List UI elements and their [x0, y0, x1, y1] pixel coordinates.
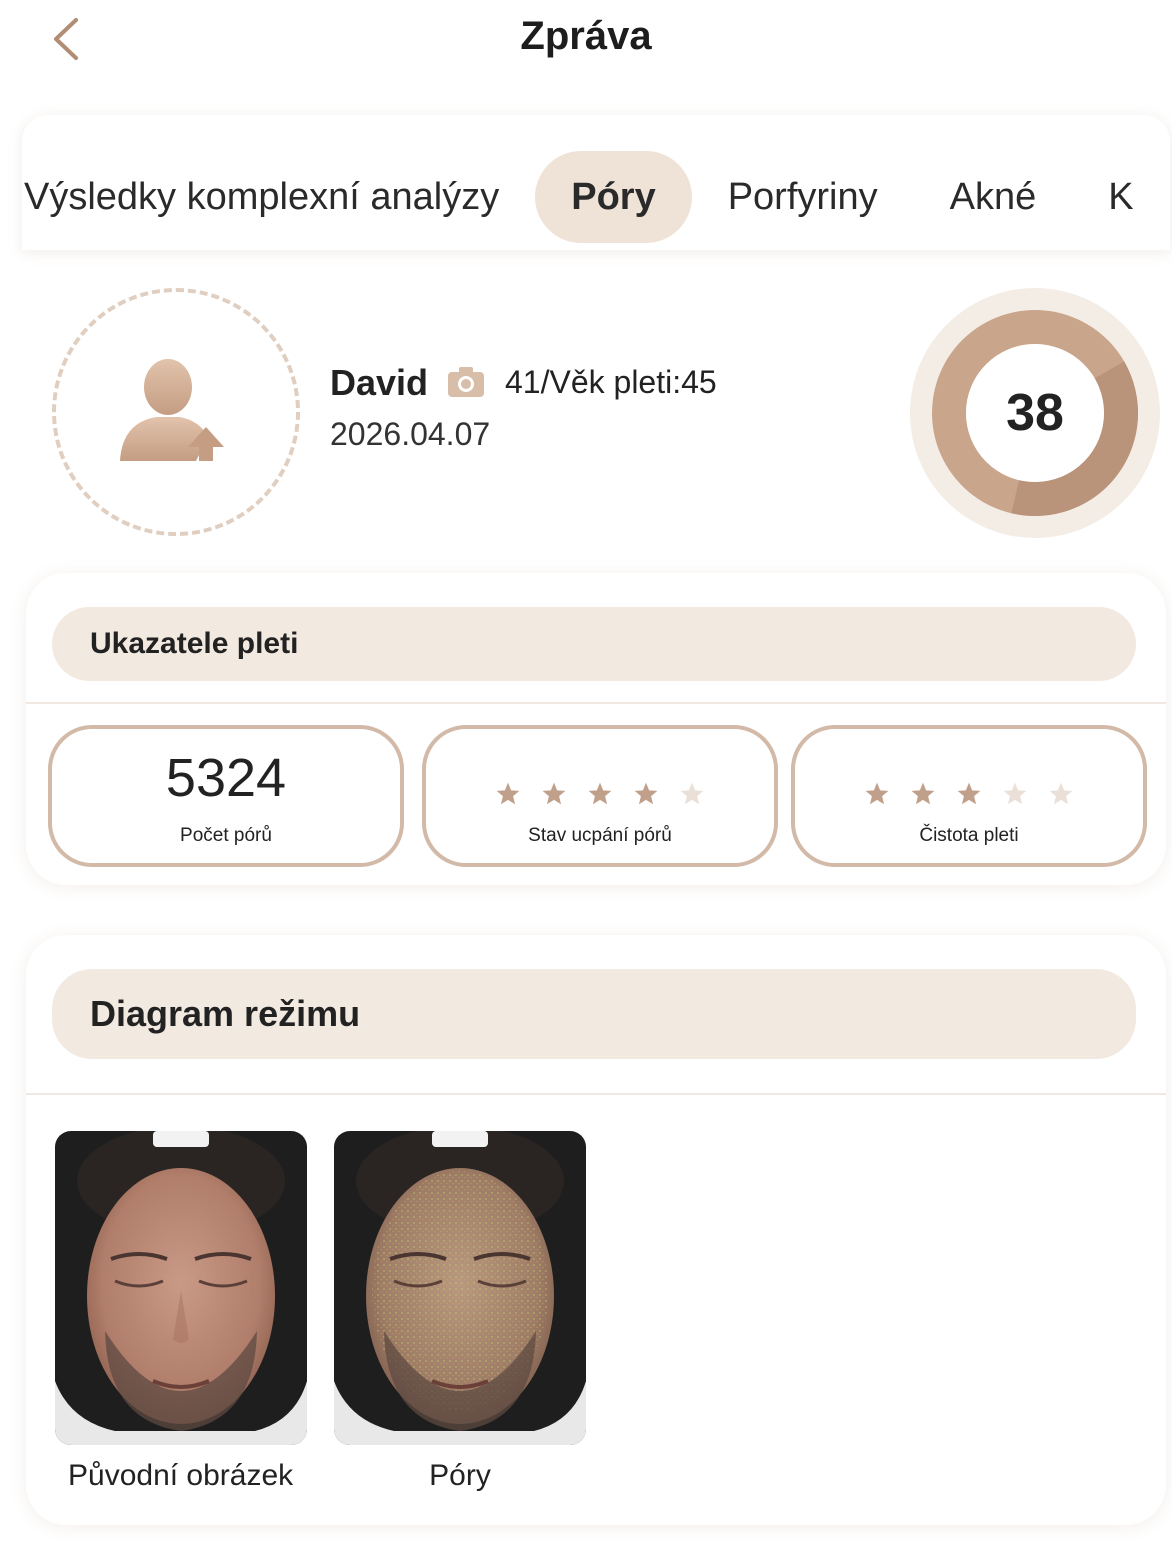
section-header: Ukazatele pleti: [52, 607, 1136, 681]
pores-image-caption: Póry: [429, 1459, 491, 1492]
original-image-caption: Původní obrázek: [68, 1459, 294, 1492]
user-name: David: [330, 362, 429, 403]
pores-face-image[interactable]: [334, 1131, 586, 1445]
profile-section: David 41/Věk pleti:45 2026.04.07 38: [0, 280, 1172, 540]
star-rating: [795, 781, 1143, 807]
star-filled-icon: [588, 782, 612, 805]
page-title: Zpráva: [520, 14, 652, 58]
star-filled-icon: [634, 782, 658, 805]
face-photo: [55, 1131, 307, 1445]
tab-pores[interactable]: Póry: [535, 151, 692, 243]
skin-cleanliness-label: Čistota pleti: [919, 825, 1019, 846]
tab-next-truncated[interactable]: K: [1072, 151, 1169, 243]
tab-porphyrins[interactable]: Porfyriny: [692, 151, 914, 243]
camera-icon[interactable]: [447, 366, 485, 398]
star-filled-icon: [496, 782, 520, 805]
star-empty-icon: [1049, 782, 1073, 805]
star-rating: [426, 781, 774, 807]
star-filled-icon: [911, 782, 935, 805]
section-title: Diagram režimu: [90, 993, 361, 1034]
section-title: Ukazatele pleti: [90, 627, 299, 660]
star-empty-icon: [680, 782, 704, 805]
divider: [26, 702, 1166, 704]
star-filled-icon: [957, 782, 981, 805]
face-photo-pores: [334, 1131, 586, 1445]
star-filled-icon: [865, 782, 889, 805]
section-header: Diagram režimu: [52, 969, 1136, 1059]
pore-count-label: Počet pórů: [180, 825, 272, 846]
pore-clogging-label: Stav ucpání pórů: [528, 825, 672, 846]
report-date: 2026.04.07: [330, 416, 491, 452]
skin-score: 38: [1006, 384, 1064, 442]
original-face-image[interactable]: [55, 1131, 307, 1445]
avatar-upload[interactable]: [52, 288, 300, 536]
star-empty-icon: [1003, 782, 1027, 805]
user-upload-icon: [120, 359, 224, 461]
skin-indicators-card: Ukazatele pleti 5324 Počet pórů Stav ucp…: [26, 573, 1166, 885]
pore-count-value: 5324: [165, 748, 287, 808]
star-filled-icon: [542, 782, 566, 805]
tab-comprehensive-analysis[interactable]: Výsledky komplexní analýzy: [22, 151, 535, 243]
header-bar: Zpráva: [0, 0, 1172, 80]
metric-skin-cleanliness: Čistota pleti: [791, 725, 1147, 867]
metric-pore-count: 5324 Počet pórů: [48, 725, 404, 867]
diagram-card: Diagram režimu Původní obrázek Póry: [26, 935, 1166, 1525]
age-skin-age: 41/Věk pleti:45: [505, 364, 717, 400]
divider: [26, 1093, 1166, 1095]
score-ring: 38: [910, 288, 1160, 538]
tab-acne[interactable]: Akné: [914, 151, 1073, 243]
metric-pore-clogging: Stav ucpání pórů: [422, 725, 778, 867]
tab-bar: Výsledky komplexní analýzy Póry Porfyrin…: [22, 115, 1170, 250]
